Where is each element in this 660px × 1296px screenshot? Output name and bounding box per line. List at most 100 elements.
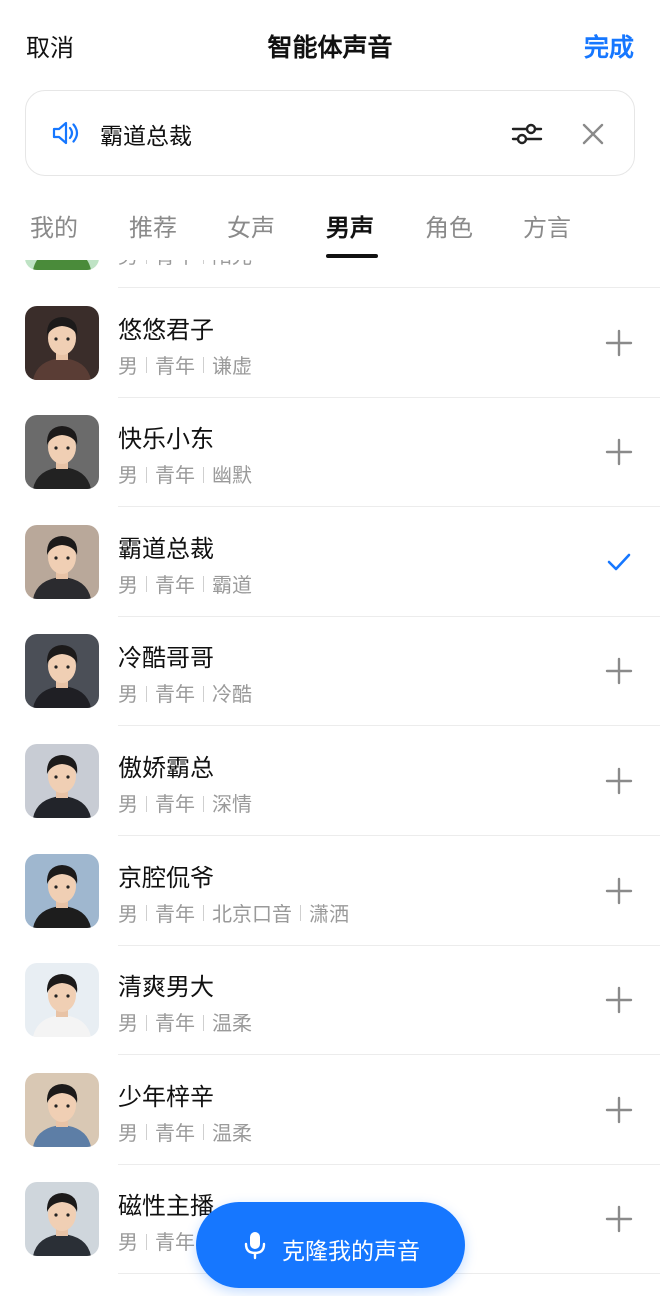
plus-icon[interactable] <box>604 985 634 1015</box>
mic-icon <box>244 1230 266 1260</box>
voice-row[interactable]: 清爽男大男青年 温柔 <box>0 945 660 1056</box>
voice-row[interactable]: 霸道总裁男青年 霸道 <box>0 507 660 617</box>
voice-tags: 男青年 霸道 <box>118 569 252 598</box>
checkmark-icon[interactable] <box>604 547 634 577</box>
selected-voice-name: 霸道总裁 <box>100 124 192 150</box>
voice-row[interactable]: 悠悠君子男青年 谦虚 <box>0 288 660 398</box>
avatar <box>25 305 99 380</box>
plus-icon[interactable] <box>604 656 634 686</box>
voice-name: 冷酷哥哥 <box>118 644 214 673</box>
voice-row[interactable]: 少年梓辛男青年 温柔 <box>0 1055 660 1165</box>
done-button[interactable]: 完成 <box>584 28 634 64</box>
voice-tag: 青年 <box>155 1011 195 1036</box>
voice-tag: 霸道 <box>212 572 252 597</box>
tag-separator <box>146 685 147 702</box>
voice-tag: 青年 <box>155 682 195 707</box>
voice-list: 男青年阳光悠悠君子男青年谦虚快乐小东男青年幽默霸道总裁男青年霸道冷酷哥哥男青年冷… <box>0 260 660 1296</box>
voice-tag: 男 <box>118 463 138 488</box>
tag-separator <box>203 1014 204 1031</box>
voice-tags: 男青年 <box>118 1226 195 1255</box>
voice-tag: 男 <box>118 1230 138 1255</box>
voice-tag: 阳光 <box>212 260 252 268</box>
tab-dialect[interactable]: 方言 <box>523 208 571 243</box>
voice-tag: 男 <box>118 260 138 268</box>
voice-tag: 青年 <box>155 1230 195 1255</box>
tab-character[interactable]: 角色 <box>425 208 473 243</box>
plus-icon[interactable] <box>604 1095 634 1125</box>
voice-tags: 男青年 幽默 <box>118 459 252 488</box>
voice-tag: 青年 <box>155 901 195 926</box>
voice-name: 清爽男大 <box>118 973 214 1002</box>
avatar <box>25 1182 99 1257</box>
page-title: 智能体声音 <box>267 33 393 62</box>
voice-tag: 男 <box>118 353 138 378</box>
voice-name: 傲娇霸总 <box>118 754 214 782</box>
cancel-button[interactable]: 取消 <box>26 28 74 63</box>
voice-row[interactable]: 男 青年 阳光 <box>0 260 660 288</box>
voice-name: 少年梓辛 <box>118 1082 214 1111</box>
avatar <box>25 415 99 490</box>
plus-icon[interactable] <box>604 766 634 796</box>
voice-tag: 北京口音 <box>212 901 292 926</box>
tab-mine[interactable]: 我的 <box>30 208 78 243</box>
plus-icon[interactable] <box>604 328 634 358</box>
tag-separator <box>146 795 147 812</box>
tag-separator <box>146 260 147 264</box>
voice-tag: 男 <box>118 1011 138 1036</box>
active-tab-indicator <box>326 254 378 258</box>
voice-tag: 冷酷 <box>212 682 252 707</box>
avatar <box>25 853 99 928</box>
tag-separator <box>203 466 204 483</box>
tag-separator <box>146 1014 147 1031</box>
voice-tags: 男青年 温柔 <box>118 1007 252 1036</box>
tag-separator <box>146 576 147 593</box>
voice-tag: 男 <box>118 572 138 597</box>
voice-tag: 青年 <box>155 353 195 378</box>
avatar <box>25 524 99 599</box>
voice-tag: 青年 <box>155 1120 195 1145</box>
voice-tags: 男青年 谦虚 <box>118 350 252 379</box>
voice-row[interactable]: 傲娇霸总男青年 深情 <box>0 726 660 836</box>
tag-separator <box>203 1124 204 1141</box>
voice-name: 霸道总裁 <box>118 534 214 563</box>
tab-male[interactable]: 男声 <box>326 208 374 243</box>
voice-tags: 男青年 深情 <box>118 788 252 817</box>
tag-separator <box>203 576 204 593</box>
voice-tag: 男 <box>118 792 138 816</box>
tab-recommended[interactable]: 推荐 <box>129 208 177 243</box>
plus-icon[interactable] <box>604 437 634 467</box>
plus-icon[interactable] <box>604 876 634 906</box>
voice-name: 京腔侃爷 <box>118 863 214 892</box>
tag-separator <box>203 685 204 702</box>
voice-tag: 青年 <box>155 463 195 488</box>
top-bar: 取消 智能体声音 完成 <box>0 0 660 90</box>
sliders-icon[interactable] <box>510 117 544 151</box>
voice-row[interactable]: 冷酷哥哥男青年 冷酷 <box>0 616 660 727</box>
voice-tag: 青年 <box>155 260 195 268</box>
voice-tag: 幽默 <box>212 463 252 488</box>
voice-tags: 男青年 温柔 <box>118 1117 252 1146</box>
tag-separator <box>203 357 204 374</box>
voice-tag: 男 <box>118 1120 138 1145</box>
avatar <box>25 634 99 709</box>
tab-female[interactable]: 女声 <box>227 208 275 243</box>
voice-tag: 温柔 <box>212 1120 252 1145</box>
clone-voice-button[interactable]: 克隆我的声音 <box>196 1202 465 1288</box>
close-icon[interactable] <box>578 119 608 149</box>
voice-name: 快乐小东 <box>118 425 214 454</box>
voice-name: 悠悠君子 <box>118 315 214 344</box>
voice-tags: 男青年 冷酷 <box>118 678 252 707</box>
plus-icon[interactable] <box>604 1204 634 1234</box>
speaker-icon[interactable] <box>50 118 80 148</box>
tag-separator <box>203 905 204 922</box>
voice-tag: 潇洒 <box>309 901 349 926</box>
voice-tags: 男青年 北京口音 潇洒 <box>118 898 349 927</box>
avatar <box>25 963 99 1038</box>
voice-tag: 青年 <box>155 572 195 597</box>
tag-separator <box>146 905 147 922</box>
voice-row[interactable]: 京腔侃爷男青年 北京口音 潇洒 <box>0 836 660 946</box>
tag-separator <box>300 905 301 922</box>
voice-row[interactable]: 快乐小东男青年 幽默 <box>0 397 660 508</box>
avatar <box>25 1072 99 1147</box>
voice-name: 磁性主播 <box>118 1192 214 1221</box>
